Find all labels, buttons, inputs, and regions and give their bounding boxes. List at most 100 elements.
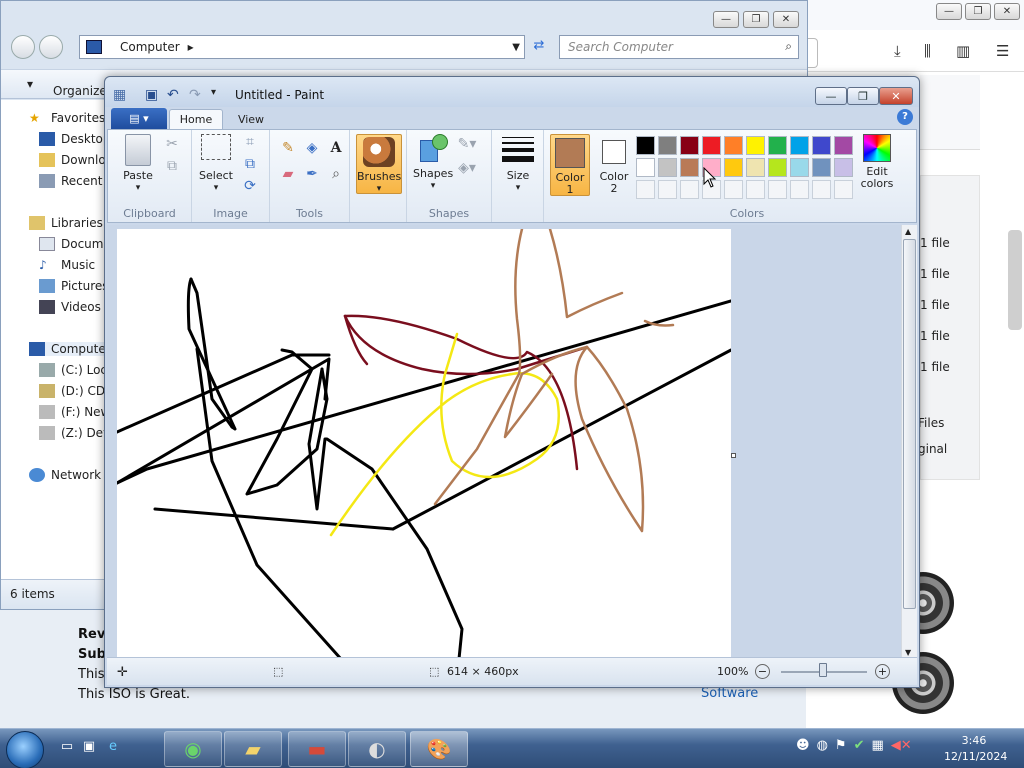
browser-scrollbar-thumb[interactable] [1008,230,1022,330]
nav-computer[interactable]: Computer [29,342,111,356]
clock[interactable]: 3:46 12/11/2024 [944,733,1007,765]
tab-view[interactable]: View [225,109,277,129]
redo-icon[interactable]: ↷ [189,87,201,103]
minimize-icon[interactable]: — [713,11,739,28]
palette-empty-slot[interactable] [724,180,743,199]
zoom-in-icon[interactable]: + [875,664,890,679]
nav-favorites[interactable]: ★ Favorites [29,111,105,125]
network-icon[interactable]: ▦ [871,738,883,753]
action-center-flag-icon[interactable]: ⚑ [835,738,847,753]
undo-icon[interactable]: ↶ [167,87,179,103]
close-button[interactable]: ✕ [879,87,913,105]
palette-empty-slot[interactable] [812,180,831,199]
chevron-right-icon[interactable]: ▸ [188,40,194,54]
select-button[interactable]: Select ▾ [196,134,236,194]
taskbar-paint[interactable]: 🎨 [410,731,468,767]
palette-swatch[interactable] [768,158,787,177]
scroll-up-icon[interactable]: ▲ [905,227,911,236]
forward-button[interactable] [39,35,63,59]
palette-swatch[interactable] [746,158,765,177]
palette-swatch[interactable] [746,136,765,155]
paste-button[interactable]: Paste ▾ [118,134,158,194]
crop-icon[interactable]: ⌗ [240,132,260,152]
magnifier-icon[interactable]: ⌕ [326,164,346,184]
nav-downloads[interactable]: Downloa [39,153,113,167]
library-icon[interactable]: ⫼ [924,42,931,60]
nav-documents[interactable]: Docume [39,237,111,251]
palette-swatch[interactable] [702,136,721,155]
copy-icon[interactable]: ⧉ [162,156,182,176]
sidebar-icon[interactable]: ▥ [956,42,970,60]
internet-explorer-icon[interactable]: e [104,739,122,755]
palette-swatch[interactable] [658,136,677,155]
show-desktop-icon[interactable]: ▭ [58,739,76,755]
eraser-icon[interactable]: ▰ [278,164,298,184]
shapes-button[interactable]: Shapes ▾ [413,134,453,192]
menu-icon[interactable]: ☰ [996,42,1009,60]
software-link[interactable]: Software [701,686,758,701]
taskbar-explorer[interactable]: ▰ [224,731,282,767]
palette-empty-slot[interactable] [680,180,699,199]
nav-drive-z[interactable]: (Z:) Devi [39,426,114,440]
palette-empty-slot[interactable] [790,180,809,199]
maximize-button[interactable]: ❐ [847,87,879,105]
chevron-down-icon[interactable]: ▼ [512,42,520,53]
palette-swatch[interactable] [768,136,787,155]
help-icon[interactable]: ? [897,109,913,125]
users-icon[interactable]: ☻ [796,738,810,753]
customize-quick-access-icon[interactable]: ▾ [211,87,216,98]
fill-style-icon[interactable]: ◈▾ [457,158,477,178]
download-icon[interactable]: ⤓ [894,42,901,60]
paint-app-icon[interactable]: ▦ [113,87,126,103]
palette-swatch[interactable] [658,158,677,177]
back-button[interactable] [11,35,35,59]
nav-network[interactable]: Network [29,468,101,482]
palette-swatch[interactable] [812,158,831,177]
minimize-icon[interactable]: — [936,3,962,20]
palette-empty-slot[interactable] [636,180,655,199]
color1-button[interactable]: Color 1 [550,134,590,196]
minimize-button[interactable]: — [815,87,847,105]
restore-icon[interactable]: ❐ [965,3,991,20]
nav-pictures[interactable]: Pictures [39,279,109,293]
palette-swatch[interactable] [636,158,655,177]
drawing-canvas[interactable] [117,229,731,659]
nav-libraries[interactable]: Libraries [29,216,103,230]
palette-swatch[interactable] [724,136,743,155]
brushes-button[interactable]: Brushes ▾ [356,134,402,194]
tab-home[interactable]: Home [169,109,223,129]
close-icon[interactable]: ✕ [994,3,1020,20]
palette-swatch[interactable] [834,136,853,155]
scroll-down-icon[interactable]: ▼ [905,648,911,657]
color-picker-icon[interactable]: ✒ [302,164,322,184]
nav-desktop[interactable]: Desktop [39,132,111,146]
rotate-icon[interactable]: ⟳ [240,176,260,196]
taskbar-raccoon-app[interactable]: ◐ [348,731,406,767]
nav-videos[interactable]: Videos [39,300,101,314]
edit-colors-button[interactable]: Edit colors [856,134,898,190]
outline-icon[interactable]: ✎▾ [457,134,477,154]
palette-swatch[interactable] [680,158,699,177]
palette-swatch[interactable] [834,158,853,177]
palette-empty-slot[interactable] [834,180,853,199]
vertical-scrollbar[interactable]: ▲ ▼ [901,225,917,659]
palette-swatch[interactable] [636,136,655,155]
fill-icon[interactable]: ◈ [302,138,322,158]
nav-recent[interactable]: Recent P [39,174,114,188]
search-input[interactable]: Search Computer ⌕ [559,35,799,59]
palette-empty-slot[interactable] [746,180,765,199]
color2-button[interactable]: Color 2 [594,134,634,196]
taskbar-toolbox[interactable]: ▬ [288,731,346,767]
palette-swatch[interactable] [790,136,809,155]
palette-swatch[interactable] [724,158,743,177]
start-button[interactable] [6,731,44,768]
nav-music[interactable]: ♪ Music [39,258,95,272]
palette-swatch[interactable] [680,136,699,155]
cut-icon[interactable]: ✂ [162,134,182,154]
resize-handle[interactable] [731,453,736,458]
scrollbar-thumb[interactable] [903,239,916,609]
volume-muted-icon[interactable]: ◀✕ [891,738,912,753]
text-icon[interactable]: A [326,138,346,158]
size-button[interactable]: Size ▾ [498,134,538,194]
security-check-icon[interactable]: ✔ [854,738,865,753]
